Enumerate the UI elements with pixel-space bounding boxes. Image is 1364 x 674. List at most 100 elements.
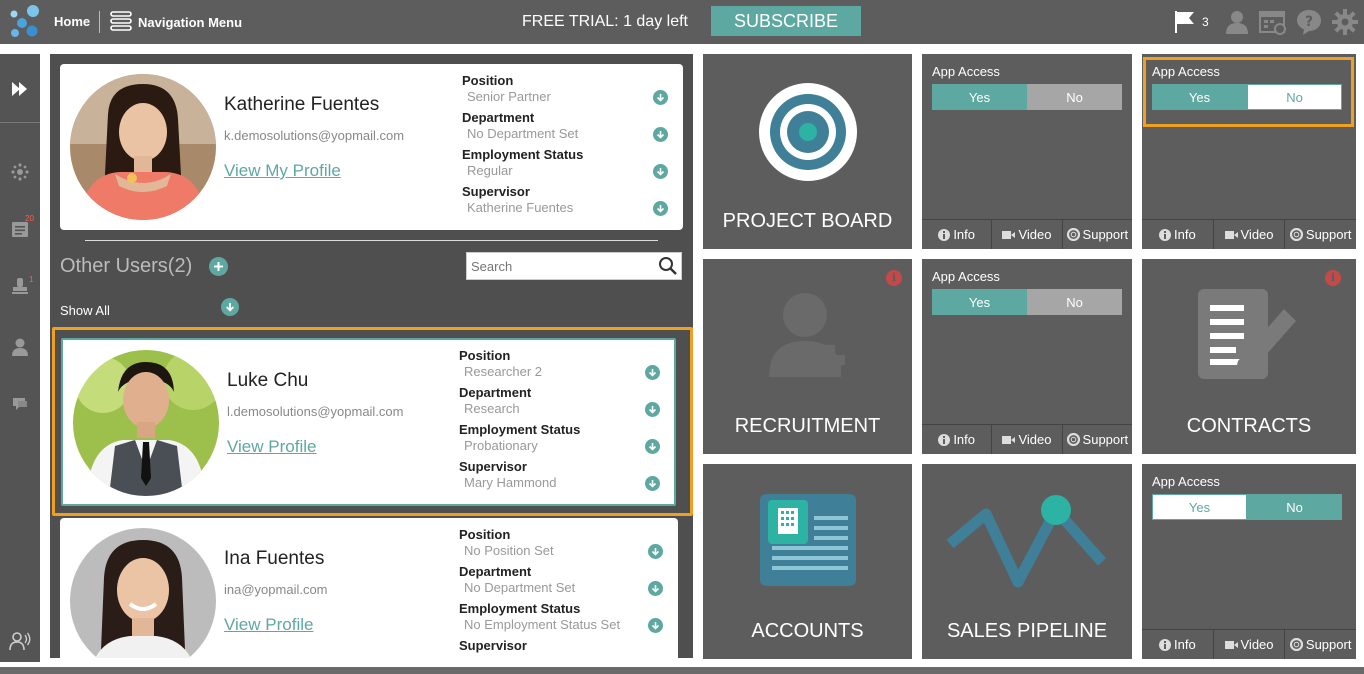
navigation-menu-label: Navigation Menu	[138, 14, 243, 30]
show-all-dropdown-icon[interactable]	[221, 298, 239, 316]
header-icons: 3 ?	[1172, 6, 1364, 38]
home-link[interactable]: Home	[54, 14, 90, 29]
ledger-icon	[758, 492, 858, 593]
view-profile-link[interactable]: View Profile	[224, 615, 313, 635]
trial-notice: FREE TRIAL: 1 day left	[522, 13, 688, 30]
accounts-tile[interactable]: ACCOUNTS	[703, 464, 912, 659]
user-card[interactable]: Luke Chu l.demosolutions@yopmail.com Vie…	[61, 338, 676, 506]
help-icon[interactable]: ?	[1294, 7, 1324, 37]
employment-status-dropdown-icon[interactable]	[653, 164, 668, 179]
info-button[interactable]: Info	[922, 425, 991, 454]
yes-option[interactable]: Yes	[1152, 494, 1247, 520]
department-value: No Department Set	[464, 580, 576, 595]
gear-icon[interactable]	[1330, 7, 1360, 37]
info-button[interactable]: Info	[1142, 220, 1213, 249]
user-icon[interactable]	[8, 335, 32, 359]
video-icon	[1224, 640, 1238, 649]
supervisor-label: Supervisor	[462, 184, 530, 199]
info-icon[interactable]: i	[886, 270, 902, 286]
info-label: Info	[953, 227, 975, 242]
add-user-icon	[765, 285, 861, 386]
video-button[interactable]: Video	[991, 425, 1061, 454]
position-dropdown-icon[interactable]	[648, 544, 663, 559]
video-label: Video	[1240, 637, 1274, 652]
user-card[interactable]: Ina Fuentes ina@yopmail.com View Profile…	[60, 518, 678, 658]
app-access-highlight	[1143, 57, 1354, 127]
video-label: Video	[1018, 227, 1052, 242]
users-voice-icon[interactable]	[8, 629, 32, 653]
calendar-settings-icon[interactable]	[1258, 7, 1288, 37]
recruitment-tile[interactable]: i RECRUITMENT	[703, 259, 912, 454]
chat-icon[interactable]	[8, 391, 32, 415]
divider	[0, 122, 40, 123]
app-access-label: App Access	[1152, 474, 1220, 489]
position-label: Position	[462, 73, 514, 88]
search-icon[interactable]	[658, 256, 678, 276]
view-my-profile-link[interactable]: View My Profile	[224, 161, 341, 181]
divider	[99, 11, 100, 33]
employment-status-dropdown-icon[interactable]	[648, 618, 663, 633]
video-button[interactable]: Video	[1212, 630, 1285, 659]
support-label: Support	[1305, 637, 1352, 652]
info-button[interactable]: Info	[922, 220, 991, 249]
position-dropdown-icon[interactable]	[653, 90, 668, 105]
department-dropdown-icon[interactable]	[653, 127, 668, 142]
flag-icon[interactable]: 3	[1172, 7, 1216, 37]
navigation-menu-button[interactable]: Navigation Menu	[110, 10, 243, 33]
employment-status-label: Employment Status	[462, 147, 584, 162]
department-dropdown-icon[interactable]	[645, 402, 660, 417]
support-icon	[1066, 433, 1080, 446]
subscribe-button[interactable]: SUBSCRIBE	[711, 6, 861, 36]
support-button[interactable]: Support	[1284, 630, 1356, 659]
no-option[interactable]: No	[1027, 84, 1122, 110]
yes-option[interactable]: Yes	[932, 84, 1027, 110]
supervisor-dropdown-icon[interactable]	[645, 476, 660, 491]
support-label: Support	[1082, 227, 1129, 242]
supervisor-value: Mary Hammond	[464, 475, 557, 490]
view-profile-link[interactable]: View Profile	[227, 437, 316, 457]
profile-panel: Katherine Fuentes k.demosolutions@yopmai…	[50, 54, 693, 658]
expand-icon[interactable]	[8, 77, 32, 101]
employment-status-label: Employment Status	[459, 601, 581, 616]
app-access-tile: App Access Yes No Info Video Support	[922, 259, 1132, 454]
svg-text:?: ?	[1305, 14, 1313, 30]
project-board-tile[interactable]: PROJECT BOARD	[703, 54, 912, 249]
project-board-title: PROJECT BOARD	[722, 210, 893, 232]
add-user-button[interactable]	[209, 257, 228, 276]
video-button[interactable]: Video	[991, 220, 1061, 249]
support-icon	[1289, 638, 1303, 651]
supervisor-dropdown-icon[interactable]	[653, 201, 668, 216]
no-option[interactable]: No	[1027, 289, 1122, 315]
department-label: Department	[462, 110, 535, 125]
sales-pipeline-title: SALES PIPELINE	[946, 620, 1108, 642]
info-icon[interactable]: i	[1325, 270, 1341, 286]
position-dropdown-icon[interactable]	[645, 365, 660, 380]
support-button[interactable]: Support	[1284, 220, 1356, 249]
my-profile-card: Katherine Fuentes k.demosolutions@yopmai…	[60, 64, 683, 230]
contracts-title: CONTRACTS	[1186, 415, 1312, 437]
video-button[interactable]: Video	[1212, 220, 1285, 249]
line-chart-icon	[946, 492, 1108, 593]
app-access-label: App Access	[932, 64, 1000, 79]
my-name: Katherine Fuentes	[224, 94, 380, 115]
yes-option[interactable]: Yes	[932, 289, 1027, 315]
info-icon	[938, 433, 951, 446]
user-icon[interactable]	[1222, 7, 1252, 37]
app-access-tile: App Access Yes No Info Video Support	[922, 54, 1132, 249]
search-box	[466, 252, 682, 280]
dashboard-icon[interactable]	[8, 160, 32, 184]
no-option[interactable]: No	[1247, 494, 1342, 520]
support-button[interactable]: Support	[1061, 220, 1132, 249]
app-access-toggle: Yes No	[932, 84, 1122, 110]
sales-pipeline-tile[interactable]: SALES PIPELINE	[922, 464, 1132, 659]
contracts-tile[interactable]: i CONTRACTS	[1142, 259, 1356, 454]
supervisor-label: Supervisor	[459, 459, 527, 474]
department-dropdown-icon[interactable]	[648, 581, 663, 596]
support-button[interactable]: Support	[1061, 425, 1132, 454]
app-logo-icon[interactable]	[9, 4, 43, 40]
show-all-label[interactable]: Show All	[60, 303, 110, 318]
info-button[interactable]: Info	[1142, 630, 1213, 659]
search-input[interactable]	[467, 253, 655, 279]
employment-status-dropdown-icon[interactable]	[645, 439, 660, 454]
user-name: Luke Chu	[227, 370, 309, 391]
